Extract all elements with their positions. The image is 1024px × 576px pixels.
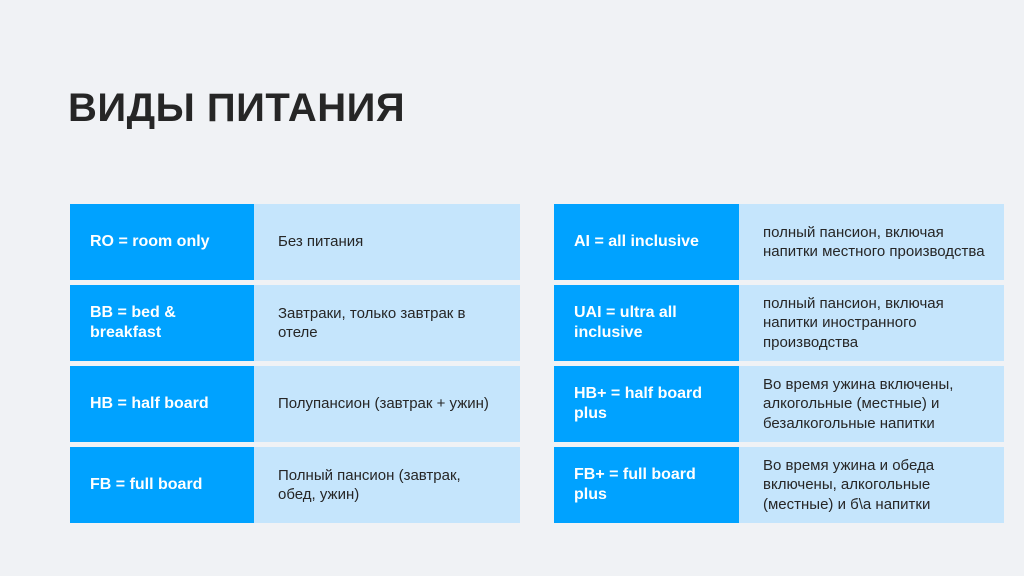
page-title: ВИДЫ ПИТАНИЯ — [68, 86, 406, 130]
meal-types-table-right: AI = all inclusive полный пансион, включ… — [554, 204, 1004, 523]
table-row: HB+ = half board plus Во время ужина вкл… — [554, 366, 1004, 442]
meal-code: RO = room only — [70, 204, 254, 280]
meal-description: Полный пансион (завтрак, обед, ужин) — [254, 447, 520, 523]
meal-description: полный пансион, включая напитки иностран… — [739, 285, 1004, 361]
table-row: RO = room only Без питания — [70, 204, 520, 280]
table-row: HB = half board Полупансион (завтрак + у… — [70, 366, 520, 442]
meal-code: FB = full board — [70, 447, 254, 523]
meal-description: Без питания — [254, 204, 520, 280]
meal-description: Во время ужина и обеда включены, алкогол… — [739, 447, 1004, 523]
meal-code: FB+ = full board plus — [554, 447, 739, 523]
table-row: FB = full board Полный пансион (завтрак,… — [70, 447, 520, 523]
meal-description: Завтраки, только завтрак в отеле — [254, 285, 520, 361]
table-row: BB = bed & breakfast Завтраки, только за… — [70, 285, 520, 361]
meal-code: AI = all inclusive — [554, 204, 739, 280]
meal-description: полный пансион, включая напитки местного… — [739, 204, 1004, 280]
meal-code: BB = bed & breakfast — [70, 285, 254, 361]
meal-code: UAI = ultra all inclusive — [554, 285, 739, 361]
table-row: FB+ = full board plus Во время ужина и о… — [554, 447, 1004, 523]
meal-code: HB+ = half board plus — [554, 366, 739, 442]
meal-types-table-left: RO = room only Без питания BB = bed & br… — [70, 204, 520, 523]
table-row: AI = all inclusive полный пансион, включ… — [554, 204, 1004, 280]
meal-code: HB = half board — [70, 366, 254, 442]
meal-description: Полупансион (завтрак + ужин) — [254, 366, 520, 442]
meal-description: Во время ужина включены, алкогольные (ме… — [739, 366, 1004, 442]
table-row: UAI = ultra all inclusive полный пансион… — [554, 285, 1004, 361]
